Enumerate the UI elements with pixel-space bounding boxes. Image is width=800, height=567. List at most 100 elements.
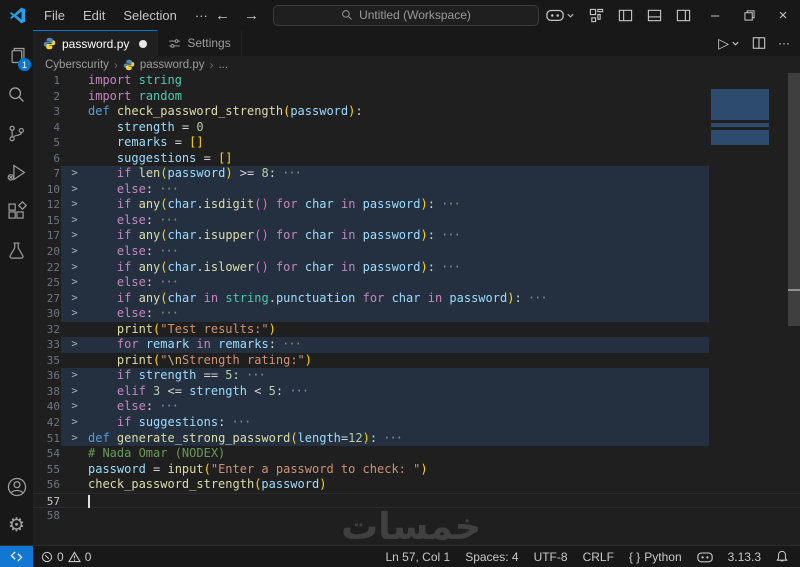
code-line[interactable]: 55 password = input("Enter a password to … [33, 462, 800, 478]
code-line[interactable]: 15 > else: ··· [33, 212, 800, 229]
status-python-version[interactable]: 3.13.3 [728, 550, 761, 564]
vscode-logo-icon[interactable] [9, 7, 26, 24]
code-token: password [362, 259, 421, 274]
sidebar-item-extensions[interactable] [0, 192, 33, 231]
python-icon [123, 59, 135, 70]
restore-button[interactable] [732, 0, 766, 30]
code-line[interactable]: 54 # Nada Omar (NODEX) [33, 446, 800, 462]
fold-chevron-icon[interactable]: > [61, 291, 88, 307]
fold-chevron-icon[interactable]: > [61, 228, 88, 244]
code-token: : [268, 166, 276, 181]
code-line[interactable]: 12 > if any(char.isdigit() for char in pa… [33, 197, 800, 213]
status-language[interactable]: { } Python [629, 550, 682, 564]
fold-chevron-icon[interactable]: > [61, 244, 88, 260]
fold-chevron-icon[interactable]: > [61, 166, 88, 182]
status-indentation[interactable]: Spaces: 4 [465, 550, 518, 564]
code-token: password [290, 104, 349, 119]
fold-chevron-icon[interactable]: > [61, 399, 88, 415]
sidebar-item-source-control[interactable] [0, 114, 33, 153]
close-button[interactable]: × [766, 0, 800, 30]
fold-chevron-icon[interactable]: > [61, 368, 88, 384]
code-line[interactable]: 27 > if any(char in string.punctuation fo… [33, 290, 800, 307]
run-button[interactable]: ▷ [718, 35, 740, 52]
fold-chevron-icon[interactable]: > [61, 415, 88, 431]
fold-chevron-icon[interactable]: > [61, 213, 88, 229]
fold-chevron-icon[interactable]: > [61, 384, 88, 400]
minimap[interactable]: import stringimport randomdef check_pass… [711, 73, 769, 161]
sidebar-item-run-debug[interactable] [0, 153, 33, 192]
breadcrumb-symbol[interactable]: ... [218, 59, 228, 71]
code-line[interactable]: 33 > for remark in remarks: ··· [33, 337, 800, 353]
code-line[interactable]: 30 > else: ··· [33, 306, 800, 322]
code-line[interactable]: 36 > if strength == 5: ··· [33, 368, 800, 384]
breadcrumb-folder[interactable]: Cyberscurity [45, 59, 109, 71]
fold-chevron-icon[interactable]: > [61, 197, 88, 213]
editor-pane[interactable]: 1 import string 2 import random 3 def check_p… [33, 73, 800, 545]
code-line[interactable]: 35 print("\nStrength rating:") [33, 353, 800, 369]
account-button[interactable] [0, 467, 33, 506]
code-line[interactable]: 40 > else: ··· [33, 399, 800, 416]
code-line[interactable]: 56 check_password_strength(password) [33, 477, 800, 493]
code-line[interactable]: 3 def check_password_strength(password): [33, 104, 800, 120]
code-line[interactable]: 6 suggestions = [] [33, 151, 800, 167]
code-line[interactable]: 10 > else: ··· [33, 181, 800, 198]
code-token: <= [160, 383, 190, 398]
code-line[interactable]: 22 > if any(char.islower() for char in pa… [33, 259, 800, 276]
minimize-button[interactable]: – [698, 0, 732, 30]
fold-chevron-icon[interactable]: > [61, 182, 88, 198]
fold-chevron-icon[interactable]: > [61, 306, 88, 322]
menu-edit[interactable]: Edit [74, 0, 114, 30]
line-number: 55 [46, 462, 60, 476]
copilot-button[interactable] [539, 0, 582, 30]
status-eol[interactable]: CRLF [583, 550, 614, 564]
status-copilot[interactable] [696, 551, 713, 563]
code-line[interactable]: 2 import random [33, 89, 800, 105]
customize-layout-icon[interactable] [582, 0, 611, 30]
tab-password-py[interactable]: password.py [33, 30, 159, 56]
code-line[interactable]: 38 > elif 3 <= strength < 5: ··· [33, 383, 800, 400]
problems-errors[interactable]: 0 [41, 550, 64, 564]
problems-warnings[interactable]: 0 [67, 550, 91, 564]
fold-chevron-icon[interactable]: > [61, 431, 88, 447]
command-center[interactable]: Untitled (Workspace) [273, 4, 539, 26]
code-token: 12 [348, 430, 363, 445]
chevron-down-icon [566, 11, 575, 20]
modified-dot-icon[interactable] [139, 39, 148, 48]
toggle-panel-icon[interactable] [640, 0, 669, 30]
status-ln-col[interactable]: Ln 57, Col 1 [385, 550, 450, 564]
code-line[interactable]: 25 > else: ··· [33, 275, 800, 291]
status-encoding[interactable]: UTF-8 [534, 550, 568, 564]
sidebar-item-search[interactable] [0, 75, 33, 114]
code-line[interactable]: 20 > else: ··· [33, 244, 800, 260]
editor-scrollbar[interactable] [788, 73, 800, 545]
menu-more[interactable]: ··· [186, 0, 217, 30]
fold-chevron-icon[interactable]: > [61, 260, 88, 276]
code-line[interactable]: 1 import string [33, 73, 800, 89]
code-line[interactable]: 17 > if any(char.isupper() for char in pa… [33, 228, 800, 245]
code-line[interactable]: 32 print("Test results:") [33, 322, 800, 338]
code-line[interactable]: 4 strength = 0 [33, 120, 800, 136]
toggle-sidebar-icon[interactable] [611, 0, 640, 30]
notifications-button[interactable] [776, 550, 788, 563]
nav-forward-icon[interactable]: → [244, 7, 259, 24]
code-line[interactable]: 42 > if suggestions: ··· [33, 415, 800, 431]
sidebar-item-testing[interactable] [0, 231, 33, 270]
split-editor-button[interactable] [752, 36, 766, 50]
breadcrumb-file[interactable]: password.py [140, 59, 205, 71]
tab-settings[interactable]: Settings [158, 30, 242, 56]
toggle-secondary-sidebar-icon[interactable] [669, 0, 698, 30]
nav-back-icon[interactable]: ← [215, 7, 230, 24]
menu-file[interactable]: File [35, 0, 74, 30]
code-line[interactable]: 5 remarks = [] [33, 135, 800, 151]
editor-more-actions-button[interactable]: ··· [778, 36, 790, 50]
code-line[interactable]: 7 > if len(password) >= 8: ··· [33, 166, 800, 182]
code-line[interactable]: 51 > def generate_strong_password(length=1… [33, 430, 800, 447]
code-token: Strength rating:" [181, 352, 305, 367]
sidebar-item-explorer[interactable]: 1 [0, 36, 33, 75]
fold-chevron-icon[interactable]: > [61, 275, 88, 291]
settings-gear-button[interactable]: ⚙ [0, 506, 33, 545]
remote-indicator[interactable] [0, 546, 33, 567]
code-token: isdigit [203, 197, 255, 212]
menu-selection[interactable]: Selection [114, 0, 185, 30]
fold-chevron-icon[interactable]: > [61, 337, 88, 353]
